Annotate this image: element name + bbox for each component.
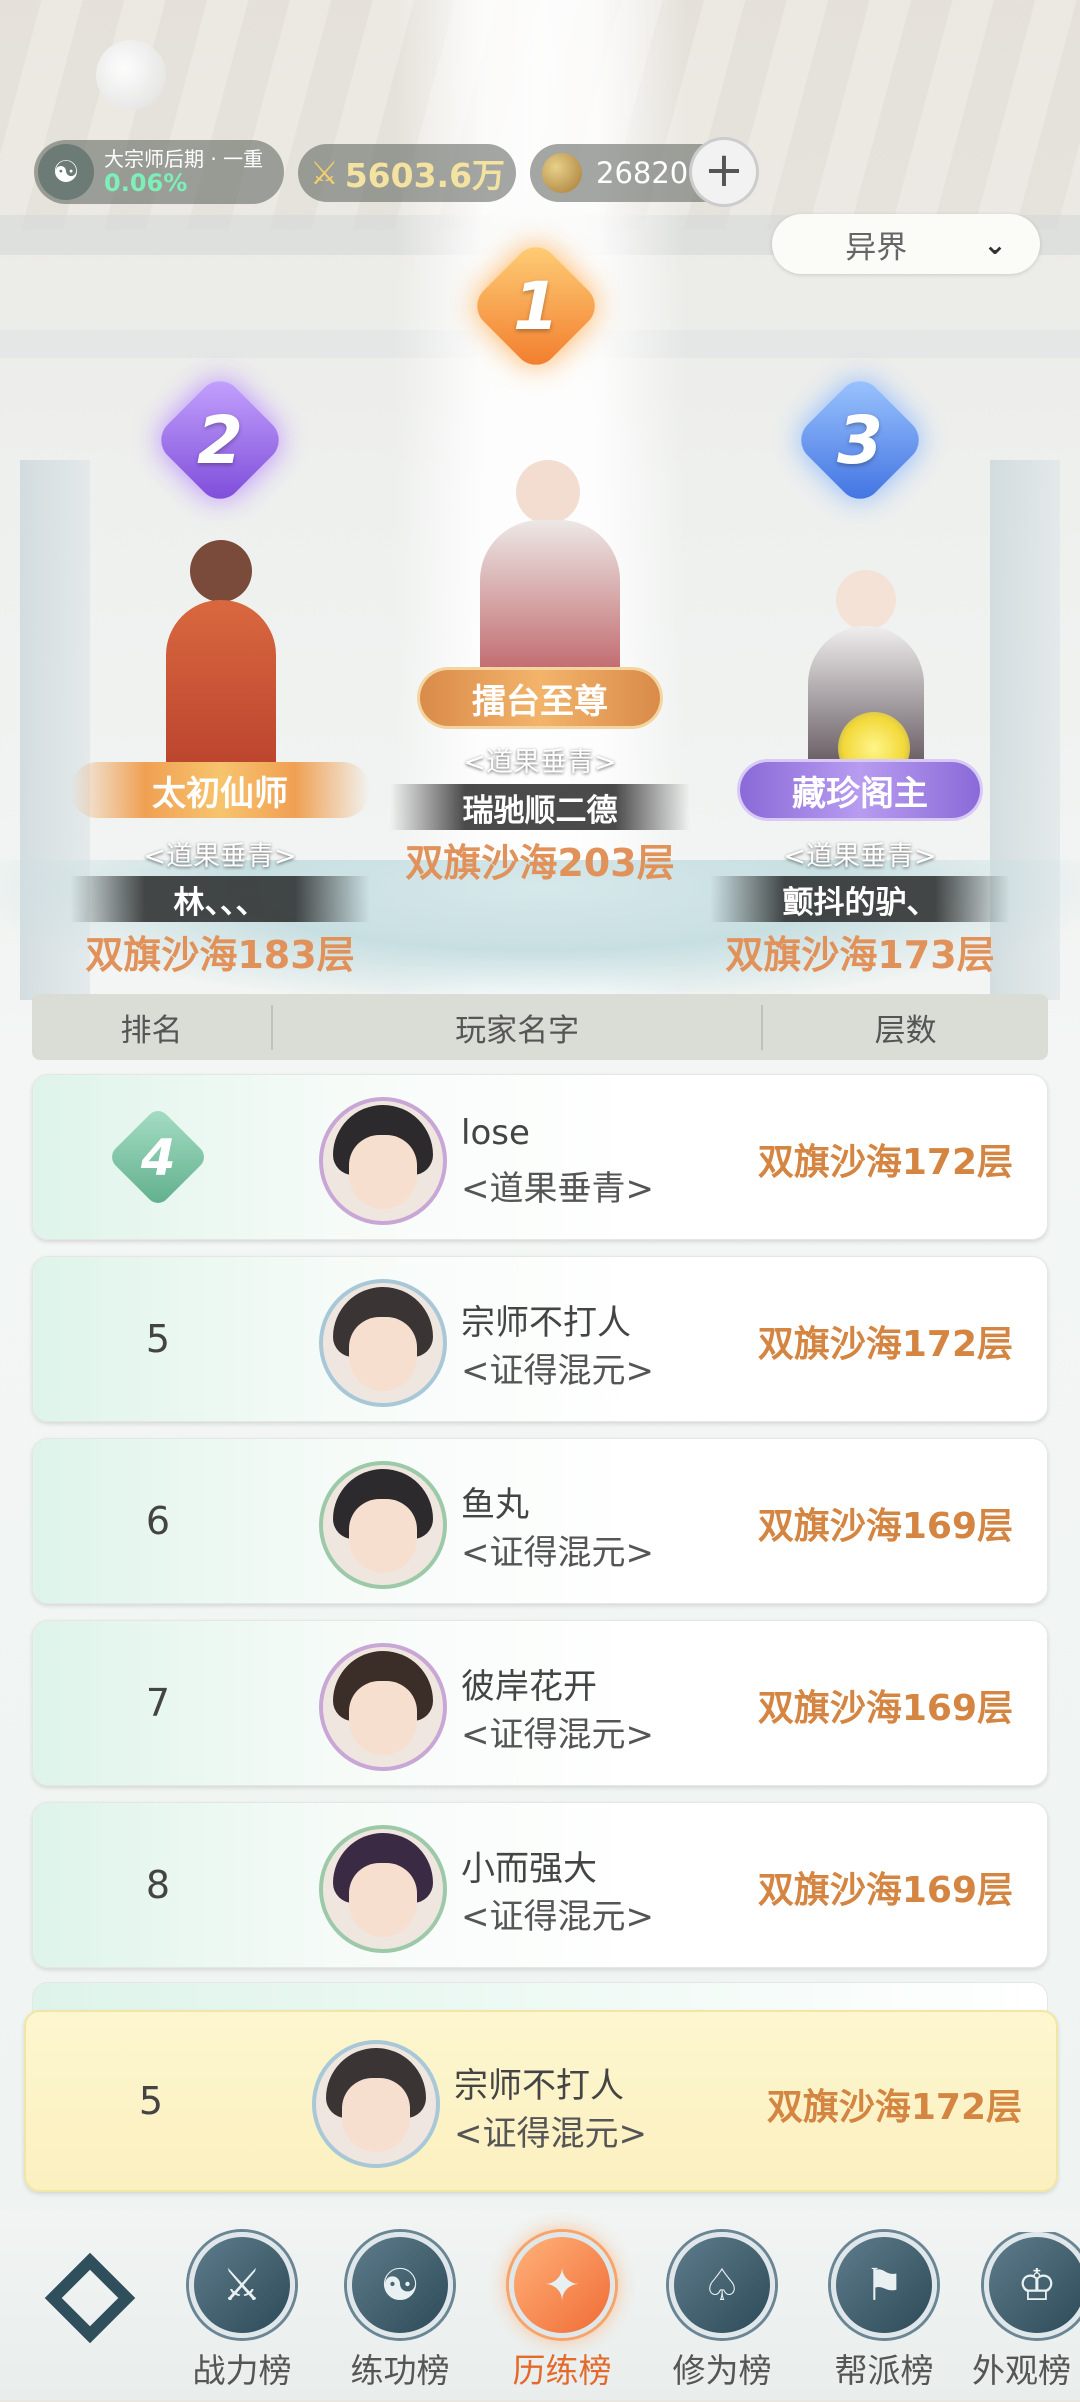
player-floor: 双旗沙海169层 — [757, 1688, 1013, 1729]
rank-1-character[interactable] — [460, 420, 630, 720]
player-name: lose — [461, 1113, 530, 1153]
table-row[interactable]: 8 小而强大 <证得混元> 双旗沙海169层 — [32, 1802, 1048, 1968]
rank-1-badge: 1 — [468, 238, 604, 374]
tab-combat-power[interactable]: ⚔ 战力榜 — [172, 2232, 312, 2402]
tab-cultivation[interactable]: ♤ 修为榜 — [652, 2232, 792, 2402]
player-name: 鱼丸 — [461, 1485, 529, 1525]
player-title: <证得混元> — [461, 1533, 654, 1573]
player-floor: 双旗沙海172层 — [757, 1324, 1013, 1365]
header-floor: 层数 — [874, 1012, 937, 1049]
tab-experience[interactable]: ✦ 历练榜 — [492, 2232, 632, 2402]
my-avatar[interactable] — [312, 2040, 440, 2168]
my-player-floor: 双旗沙海172层 — [766, 2087, 1022, 2128]
table-row[interactable]: 6 鱼丸 <证得混元> 双旗沙海169层 — [32, 1438, 1048, 1604]
combat-power-value: 5603.6万 — [344, 156, 506, 195]
realm-avatar-icon: ☯ — [38, 144, 94, 200]
rank-3-name[interactable]: 颤抖的驴、 — [710, 876, 1010, 922]
combat-power: ⚔ 5603.6万 — [298, 144, 516, 202]
player-floor: 双旗沙海172层 — [757, 1142, 1013, 1183]
my-player-name: 宗师不打人 — [454, 2066, 624, 2106]
avatar[interactable] — [319, 1643, 447, 1771]
my-rank-row[interactable]: 5 宗师不打人 <证得混元> 双旗沙海172层 — [24, 2010, 1058, 2192]
player-title: <证得混元> — [461, 1715, 654, 1755]
server-dropdown[interactable]: 异界 ⌄ — [772, 214, 1040, 274]
yin-yang-icon: ☯ — [347, 2232, 453, 2338]
crossed-swords-icon: ⚔ — [310, 154, 339, 192]
my-player-title: <证得混元> — [454, 2114, 647, 2154]
rank-2-floor: 双旗沙海183层 — [85, 933, 355, 977]
rank-2-title: <道果垂青> — [143, 841, 297, 872]
avatar[interactable] — [319, 1097, 447, 1225]
player-name: 彼岸花开 — [461, 1667, 597, 1707]
rank-3-floor: 双旗沙海173层 — [725, 933, 995, 977]
my-rank: 5 — [138, 2079, 164, 2123]
moon-orb — [96, 40, 166, 110]
rank-2-name[interactable]: 林、、、 — [70, 876, 370, 922]
rank-1-floor: 双旗沙海203层 — [405, 841, 675, 885]
tab-appearance[interactable]: ♔ 外观榜 — [972, 2232, 1080, 2402]
home-menu-icon[interactable] — [40, 2248, 140, 2348]
sword-icon: ⚔ — [189, 2232, 295, 2338]
rank-2-badge: 2 — [152, 372, 288, 508]
realm-progress: 0.06% — [104, 168, 188, 197]
row-rank: 5 — [145, 1317, 171, 1361]
player-name: 小而强大 — [461, 1849, 597, 1889]
avatar[interactable] — [319, 1461, 447, 1589]
player-title: <道果垂青> — [461, 1169, 654, 1209]
rank-1-title: <道果垂青> — [463, 747, 617, 778]
table-row[interactable]: 5 宗师不打人 <证得混元> 双旗沙海172层 — [32, 1256, 1048, 1422]
currency-value: 26820 — [596, 156, 689, 190]
table-row[interactable]: 4 lose <道果垂青> 双旗沙海172层 — [32, 1074, 1048, 1240]
realm-status[interactable]: ☯ 大宗师后期 · 一重 0.06% — [34, 140, 284, 204]
row-rank: 8 — [145, 1863, 171, 1907]
player-name: 宗师不打人 — [461, 1303, 631, 1343]
rank-3-badge: 3 — [792, 372, 928, 508]
banner-icon: ⚑ — [831, 2232, 937, 2338]
hat-icon: ♤ — [669, 2232, 775, 2338]
coin-icon — [542, 153, 582, 193]
row-rank: 6 — [145, 1499, 171, 1543]
add-currency-button[interactable]: + — [692, 140, 756, 204]
row-rank: 4 — [33, 1075, 283, 1239]
player-title: <证得混元> — [461, 1351, 654, 1391]
avatar[interactable] — [319, 1279, 447, 1407]
ranking-table-header: 排名 玩家名字 层数 — [32, 994, 1048, 1060]
table-row[interactable]: 7 彼岸花开 <证得混元> 双旗沙海169层 — [32, 1620, 1048, 1786]
server-dropdown-label: 异界 — [845, 229, 908, 266]
player-floor: 双旗沙海169层 — [757, 1506, 1013, 1547]
header-rank: 排名 — [32, 1004, 274, 1050]
player-title: <证得混元> — [461, 1897, 654, 1937]
rank-3-honor: 藏珍阁主 — [740, 762, 980, 818]
avatar[interactable] — [319, 1825, 447, 1953]
chevron-down-icon: ⌄ — [983, 227, 1007, 261]
bottom-navigation: ⚔ 战力榜 ☯ 练功榜 ✦ 历练榜 ♤ 修为榜 ⚑ 帮派榜 ♔ 外观榜 — [0, 2210, 1080, 2400]
tab-guild[interactable]: ⚑ 帮派榜 — [814, 2232, 954, 2402]
player-floor: 双旗沙海169层 — [757, 1870, 1013, 1911]
tab-training[interactable]: ☯ 练功榜 — [330, 2232, 470, 2402]
realm-label: 大宗师后期 · 一重 — [104, 146, 264, 171]
rank-1-name[interactable]: 瑞驰顺二德 — [390, 784, 690, 830]
row-rank: 7 — [145, 1681, 171, 1725]
costume-icon: ♔ — [984, 2232, 1080, 2338]
star-burst-icon: ✦ — [509, 2232, 615, 2338]
rank-3-title: <道果垂青> — [783, 841, 937, 872]
rank-2-honor: 太初仙师 — [70, 762, 370, 818]
rank-4-badge: 4 — [107, 1106, 209, 1208]
header-player-name: 玩家名字 — [273, 1004, 764, 1050]
rank-1-honor: 擂台至尊 — [420, 670, 660, 726]
